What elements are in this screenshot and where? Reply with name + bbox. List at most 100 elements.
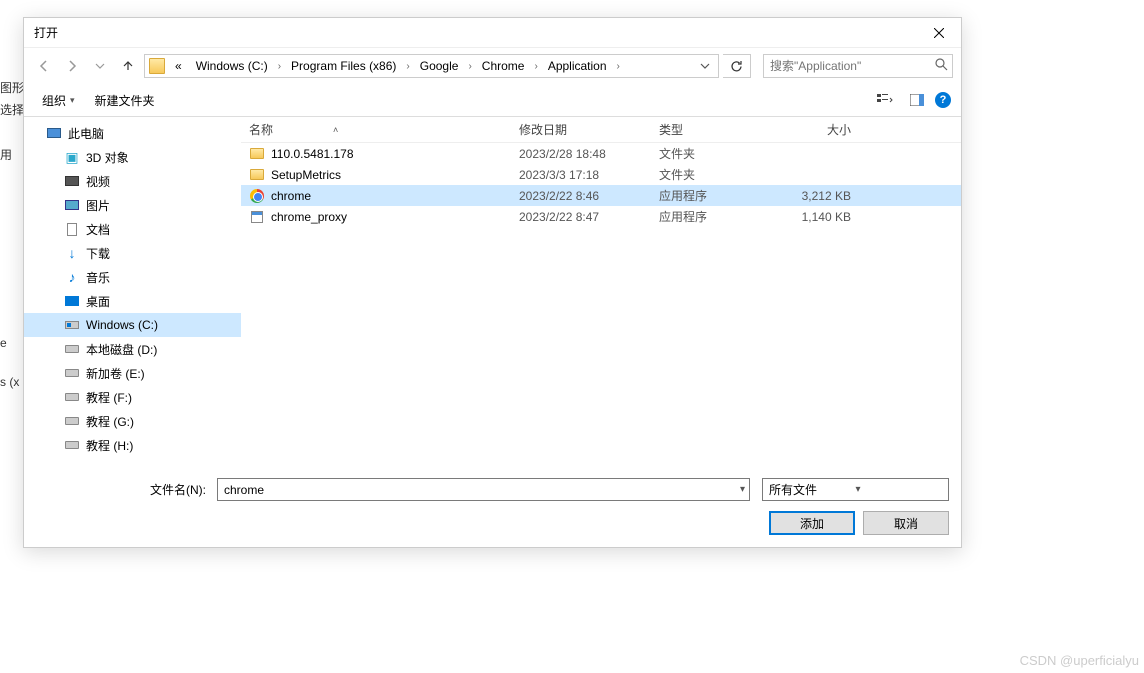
filter-combo[interactable]: 所有文件 ▾ bbox=[762, 478, 949, 501]
ico-pc-icon bbox=[46, 125, 62, 141]
filter-value: 所有文件 bbox=[769, 481, 856, 498]
help-button[interactable]: ? bbox=[935, 92, 951, 108]
tree-item-label: 图片 bbox=[86, 197, 110, 214]
cell-size: 1,140 KB bbox=[769, 210, 859, 224]
ico-video-icon bbox=[64, 173, 80, 189]
view-icon bbox=[877, 93, 893, 107]
file-name: 110.0.5481.178 bbox=[271, 147, 354, 161]
tree-item[interactable]: ♪音乐 bbox=[24, 265, 241, 289]
file-row[interactable]: chrome_proxy2023/2/22 8:47应用程序1,140 KB bbox=[241, 206, 961, 227]
cell-type: 应用程序 bbox=[651, 208, 769, 225]
arrow-left-icon bbox=[37, 59, 51, 73]
ico-drive-icon bbox=[64, 389, 80, 405]
view-button[interactable] bbox=[871, 88, 899, 112]
refresh-button[interactable] bbox=[723, 54, 751, 78]
filename-combo[interactable]: ▾ bbox=[217, 478, 750, 501]
breadcrumb[interactable]: Google bbox=[414, 55, 465, 77]
cell-type: 应用程序 bbox=[651, 187, 769, 204]
tree-item-label: 视频 bbox=[86, 173, 110, 190]
toolbar: 组织▾ 新建文件夹 ? bbox=[24, 84, 961, 116]
ico-dl-icon: ↓ bbox=[64, 245, 80, 261]
address-bar[interactable]: « Windows (C:)› Program Files (x86)› Goo… bbox=[144, 54, 719, 78]
cell-name: chrome bbox=[241, 188, 511, 204]
breadcrumb[interactable]: Chrome bbox=[476, 55, 531, 77]
back-button[interactable] bbox=[32, 54, 56, 78]
breadcrumb-prefix[interactable]: « bbox=[169, 55, 188, 77]
fico-exe-icon bbox=[249, 209, 265, 225]
search-icon[interactable] bbox=[935, 58, 948, 74]
preview-button[interactable] bbox=[903, 88, 931, 112]
file-row[interactable]: SetupMetrics2023/3/3 17:18文件夹 bbox=[241, 164, 961, 185]
fico-chrome-icon bbox=[249, 188, 265, 204]
address-dropdown[interactable] bbox=[696, 55, 714, 77]
tree-item-label: 3D 对象 bbox=[86, 149, 129, 166]
breadcrumb[interactable]: Windows (C:) bbox=[190, 55, 274, 77]
chevron-right-icon: › bbox=[532, 61, 539, 72]
ico-desk-icon bbox=[64, 293, 80, 309]
ok-button[interactable]: 添加 bbox=[769, 511, 855, 535]
breadcrumb[interactable]: Application bbox=[542, 55, 613, 77]
col-name[interactable]: 名称˄ bbox=[241, 121, 511, 138]
chevron-down-icon bbox=[95, 61, 105, 71]
col-size[interactable]: 大小 bbox=[769, 121, 859, 138]
tree-item[interactable]: 本地磁盘 (D:) bbox=[24, 337, 241, 361]
dialog-title: 打开 bbox=[34, 24, 916, 41]
file-row[interactable]: chrome 2023/2/22 8:46应用程序3,212 KB bbox=[241, 185, 961, 206]
tree-item[interactable]: 新加卷 (E:) bbox=[24, 361, 241, 385]
cell-type: 文件夹 bbox=[651, 145, 769, 162]
tree-item[interactable]: 教程 (G:) bbox=[24, 409, 241, 433]
tree-item[interactable]: 教程 (F:) bbox=[24, 385, 241, 409]
tree-item-label: 桌面 bbox=[86, 293, 110, 310]
col-date[interactable]: 修改日期 bbox=[511, 121, 651, 138]
close-button[interactable] bbox=[916, 18, 961, 48]
tree-item[interactable]: 视频 bbox=[24, 169, 241, 193]
preview-pane-icon bbox=[910, 94, 924, 106]
tree-item[interactable]: Windows (C:) bbox=[24, 313, 241, 337]
tree-item-label: 音乐 bbox=[86, 269, 110, 286]
ico-drive-icon bbox=[64, 341, 80, 357]
search-box[interactable] bbox=[763, 54, 953, 78]
refresh-icon bbox=[730, 60, 743, 73]
arrow-up-icon bbox=[121, 59, 135, 73]
ico-win-icon bbox=[64, 317, 80, 333]
newfolder-button[interactable]: 新建文件夹 bbox=[87, 88, 163, 113]
cancel-button[interactable]: 取消 bbox=[863, 511, 949, 535]
column-headers: 名称˄ 修改日期 类型 大小 bbox=[241, 117, 961, 143]
up-button[interactable] bbox=[116, 54, 140, 78]
arrow-right-icon bbox=[65, 59, 79, 73]
cell-name: 110.0.5481.178 bbox=[241, 146, 511, 162]
tree-item[interactable]: 教程 (H:) bbox=[24, 433, 241, 457]
tree-item[interactable]: ↓下载 bbox=[24, 241, 241, 265]
organize-button[interactable]: 组织▾ bbox=[34, 88, 83, 113]
breadcrumb[interactable]: Program Files (x86) bbox=[285, 55, 402, 77]
forward-button[interactable] bbox=[60, 54, 84, 78]
open-dialog: 打开 « Windows (C:)› Program Files (x86)› … bbox=[23, 17, 962, 548]
folder-icon bbox=[149, 58, 165, 74]
tree-item-label: Windows (C:) bbox=[86, 318, 158, 332]
tree-item-label: 本地磁盘 (D:) bbox=[86, 341, 157, 358]
button-row: 添加 取消 bbox=[36, 511, 949, 535]
filename-row: 文件名(N): ▾ 所有文件 ▾ bbox=[36, 478, 949, 501]
chevron-right-icon: › bbox=[276, 61, 283, 72]
fico-folder-icon bbox=[249, 167, 265, 183]
tree-item[interactable]: 文档 bbox=[24, 217, 241, 241]
tree-item[interactable]: ▣3D 对象 bbox=[24, 145, 241, 169]
tree-item[interactable]: 桌面 bbox=[24, 289, 241, 313]
cell-size: 3,212 KB bbox=[769, 189, 859, 203]
search-input[interactable] bbox=[768, 58, 935, 74]
file-name: chrome bbox=[271, 189, 311, 203]
tree-item[interactable]: 图片 bbox=[24, 193, 241, 217]
chevron-down-icon[interactable]: ▾ bbox=[740, 484, 745, 495]
file-row[interactable]: 110.0.5481.1782023/2/28 18:48文件夹 bbox=[241, 143, 961, 164]
cell-date: 2023/2/22 8:46 bbox=[511, 189, 651, 203]
col-type[interactable]: 类型 bbox=[651, 121, 769, 138]
recent-dropdown[interactable] bbox=[88, 54, 112, 78]
filename-input[interactable] bbox=[222, 482, 740, 498]
nav-tree[interactable]: 此电脑▣3D 对象视频图片文档↓下载♪音乐桌面 Windows (C:) 本地磁盘 … bbox=[24, 117, 241, 468]
titlebar: 打开 bbox=[24, 18, 961, 48]
chevron-down-icon[interactable]: ▾ bbox=[856, 484, 943, 495]
chevron-right-icon: › bbox=[404, 61, 411, 72]
file-list: 名称˄ 修改日期 类型 大小 110.0.5481.1782023/2/28 1… bbox=[241, 117, 961, 468]
ico-drive-icon bbox=[64, 437, 80, 453]
tree-item[interactable]: 此电脑 bbox=[24, 121, 241, 145]
